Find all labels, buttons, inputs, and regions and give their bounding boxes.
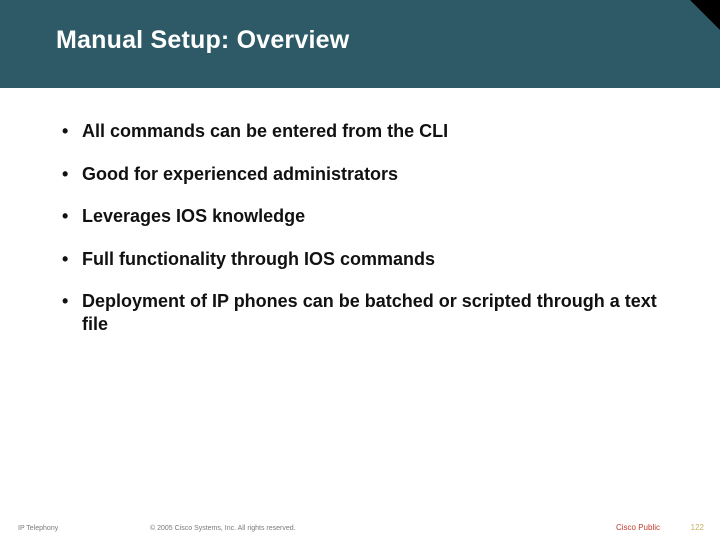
- bullet-list: All commands can be entered from the CLI…: [60, 120, 660, 335]
- bullet-item: Leverages IOS knowledge: [60, 205, 660, 228]
- slide: Manual Setup: Overview All commands can …: [0, 0, 720, 540]
- footer-course: IP Telephony: [18, 525, 58, 532]
- bullet-item: All commands can be entered from the CLI: [60, 120, 660, 143]
- footer: IP Telephony © 2005 Cisco Systems, Inc. …: [0, 514, 720, 534]
- bullet-item: Good for experienced administrators: [60, 163, 660, 186]
- footer-page-number: 122: [691, 523, 704, 532]
- corner-accent: [690, 0, 720, 30]
- footer-copyright: © 2005 Cisco Systems, Inc. All rights re…: [150, 525, 296, 532]
- bullet-item: Full functionality through IOS commands: [60, 248, 660, 271]
- slide-title: Manual Setup: Overview: [56, 26, 349, 55]
- bullet-item: Deployment of IP phones can be batched o…: [60, 290, 660, 335]
- content-area: All commands can be entered from the CLI…: [60, 120, 660, 355]
- footer-classification: Cisco Public: [616, 523, 660, 532]
